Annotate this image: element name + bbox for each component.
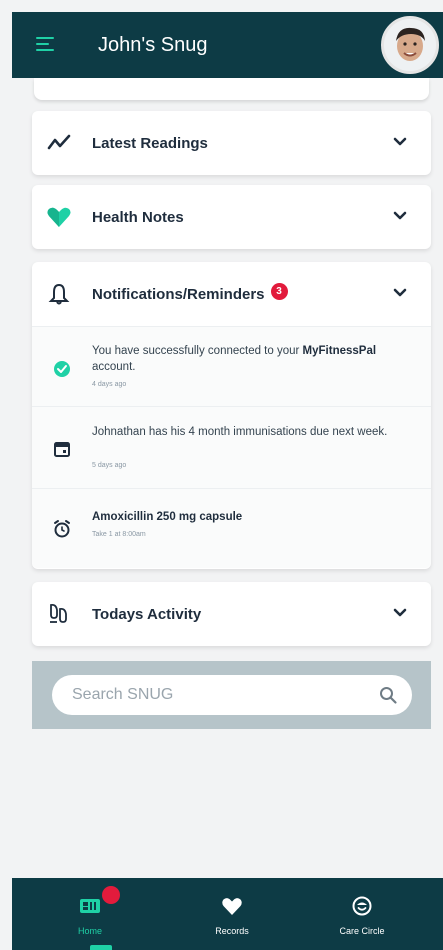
latest-readings-card[interactable]: Latest Readings (32, 111, 431, 175)
notification-text: Johnathan has his 4 month immunisations … (92, 426, 388, 438)
chevron-down-icon[interactable] (393, 288, 407, 298)
notification-item[interactable]: Johnathan has his 4 month immunisations … (32, 406, 431, 488)
nav-home-label: Home (77, 926, 102, 936)
search-input[interactable] (72, 685, 352, 705)
notification-text: You have successfully connected to your … (92, 345, 377, 373)
hamburger-menu-icon[interactable] (36, 37, 54, 51)
todays-activity-title: Todays Activity (92, 606, 202, 623)
line-chart-icon (47, 134, 71, 150)
search-icon[interactable] (378, 685, 398, 705)
notification-time: Take 1 at 8:00am (92, 531, 146, 538)
notifications-title: Notifications/Reminders 3 (92, 283, 288, 305)
calendar-icon (54, 442, 70, 457)
smiley-face-icon (352, 896, 372, 916)
app-header: John's Snug (12, 12, 443, 78)
health-notes-title: Health Notes (92, 209, 184, 226)
notification-text: Amoxicillin 250 mg capsule (92, 511, 243, 523)
heart-icon (222, 898, 242, 915)
chevron-down-icon[interactable] (393, 211, 407, 221)
notification-item[interactable]: You have successfully connected to your … (32, 326, 431, 406)
collapsed-card-bottom (34, 78, 429, 100)
avatar[interactable] (381, 16, 439, 74)
nav-home[interactable]: Home (40, 878, 140, 950)
bottom-nav: Home Records Care Circle (12, 878, 443, 950)
notification-time: 5 days ago (92, 462, 127, 469)
notification-count-badge: 3 (270, 283, 288, 300)
footprints-icon (50, 603, 67, 623)
search-bar-container (32, 661, 431, 729)
nav-records[interactable]: Records (182, 878, 282, 950)
notification-time: 4 days ago (92, 381, 127, 388)
nav-care-circle-label: Care Circle (339, 926, 385, 936)
health-notes-card[interactable]: Health Notes (32, 185, 431, 249)
nav-care-circle[interactable]: Care Circle (312, 878, 412, 950)
notifications-card[interactable]: Notifications/Reminders 3 You have succes… (32, 262, 431, 569)
chevron-down-icon[interactable] (393, 137, 407, 147)
bell-icon (48, 283, 70, 305)
alarm-clock-icon (54, 520, 70, 538)
heart-icon (47, 207, 71, 227)
todays-activity-card[interactable]: Todays Activity (32, 582, 431, 646)
nav-records-label: Records (215, 926, 249, 936)
latest-readings-title: Latest Readings (92, 135, 208, 152)
chevron-down-icon[interactable] (393, 608, 407, 618)
page-title: John's Snug (98, 34, 208, 56)
check-circle-icon (54, 361, 70, 377)
active-tab-indicator (90, 945, 112, 950)
home-dashboard-icon (80, 899, 100, 913)
search-box[interactable] (52, 675, 412, 715)
nav-notification-dot (102, 886, 120, 904)
notification-item[interactable]: Amoxicillin 250 mg capsule Take 1 at 8:0… (32, 488, 431, 568)
